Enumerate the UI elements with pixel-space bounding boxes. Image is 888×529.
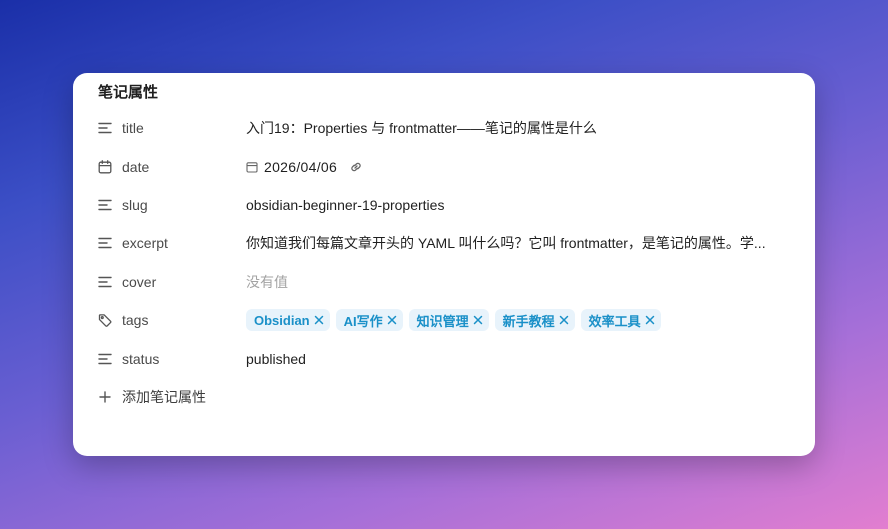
property-key-label: title xyxy=(122,120,144,137)
close-icon[interactable] xyxy=(473,315,483,325)
property-value-excerpt[interactable]: 你知道我们每篇文章开头的 YAML 叫什么吗？它叫 frontmatter，是笔… xyxy=(246,224,785,262)
property-value-text: published xyxy=(246,350,306,367)
property-key-label: status xyxy=(122,350,160,367)
calendar-icon xyxy=(246,161,258,173)
property-row-title: title 入门19：Properties 与 frontmatter——笔记的… xyxy=(73,109,815,147)
text-lines-icon xyxy=(97,351,113,367)
property-row-status: status published xyxy=(73,339,815,377)
property-value-date: 2026/04/06 xyxy=(246,147,785,185)
property-key-label: cover xyxy=(122,273,157,290)
property-key-date[interactable]: date xyxy=(97,147,237,185)
property-key-status[interactable]: status xyxy=(97,339,237,377)
tag-pill[interactable]: 效率工具 xyxy=(580,309,661,332)
add-property-button[interactable]: 添加笔记属性 xyxy=(97,378,237,416)
tag-icon xyxy=(97,312,113,328)
text-lines-icon xyxy=(97,120,113,136)
property-value-title[interactable]: 入门19：Properties 与 frontmatter——笔记的属性是什么 xyxy=(246,109,785,147)
calendar-icon xyxy=(97,159,113,175)
property-key-label: excerpt xyxy=(122,235,168,252)
close-icon[interactable] xyxy=(559,315,569,325)
property-key-excerpt[interactable]: excerpt xyxy=(97,224,237,262)
tag-pill[interactable]: AI写作 xyxy=(335,309,403,332)
tag-list: Obsidian AI写作 知识管理 新手教程 效率工具 xyxy=(246,309,661,332)
properties-panel: 笔记属性 title 入门19：Properties 与 frontmatter… xyxy=(73,73,815,456)
property-value-text: 你知道我们每篇文章开头的 YAML 叫什么吗？它叫 frontmatter，是笔… xyxy=(246,235,766,252)
property-key-cover[interactable]: cover xyxy=(97,263,237,301)
empty-value-placeholder: 没有值 xyxy=(246,273,288,290)
text-lines-icon xyxy=(97,235,113,251)
tag-label: Obsidian xyxy=(254,312,310,328)
property-value-text: obsidian-beginner-19-properties xyxy=(246,196,445,213)
property-key-title[interactable]: title xyxy=(97,109,237,147)
property-value-slug[interactable]: obsidian-beginner-19-properties xyxy=(246,186,785,224)
text-lines-icon xyxy=(97,197,113,213)
add-property-row: 添加笔记属性 xyxy=(73,378,815,416)
panel-title: 笔记属性 xyxy=(98,84,159,101)
property-key-label: date xyxy=(122,158,150,175)
tag-label: 知识管理 xyxy=(416,313,469,329)
plus-icon xyxy=(97,389,113,405)
text-lines-icon xyxy=(97,274,113,290)
close-icon[interactable] xyxy=(387,315,397,325)
property-key-tags[interactable]: tags xyxy=(97,301,237,339)
tag-pill[interactable]: 新手教程 xyxy=(494,309,575,332)
link-icon[interactable] xyxy=(349,160,363,174)
add-property-label: 添加笔记属性 xyxy=(122,388,206,405)
property-row-tags: tags Obsidian AI写作 知识管理 新手教程 效率工具 xyxy=(73,301,815,339)
property-value-status[interactable]: published xyxy=(246,339,785,377)
property-row-excerpt: excerpt 你知道我们每篇文章开头的 YAML 叫什么吗？它叫 frontm… xyxy=(73,224,815,262)
property-row-date: date 2026/04/06 xyxy=(73,147,815,185)
property-row-cover: cover 没有值 xyxy=(73,263,815,301)
close-icon[interactable] xyxy=(314,315,324,325)
tag-pill[interactable]: Obsidian xyxy=(246,309,330,332)
tag-pill[interactable]: 知识管理 xyxy=(408,309,489,332)
property-key-slug[interactable]: slug xyxy=(97,186,237,224)
property-value-text: 入门19：Properties 与 frontmatter——笔记的属性是什么 xyxy=(246,120,597,137)
property-key-label: tags xyxy=(122,312,149,329)
tag-label: 新手教程 xyxy=(502,313,555,329)
tag-label: 效率工具 xyxy=(588,313,641,329)
property-value-cover[interactable]: 没有值 xyxy=(246,263,785,301)
property-list: title 入门19：Properties 与 frontmatter——笔记的… xyxy=(73,109,815,416)
property-value-tags: Obsidian AI写作 知识管理 新手教程 效率工具 xyxy=(246,301,785,339)
property-row-slug: slug obsidian-beginner-19-properties xyxy=(73,186,815,224)
date-value: 2026/04/06 xyxy=(264,158,338,175)
property-key-label: slug xyxy=(122,196,148,213)
tag-label: AI写作 xyxy=(343,313,383,329)
close-icon[interactable] xyxy=(645,315,655,325)
date-picker[interactable]: 2026/04/06 xyxy=(246,159,363,175)
